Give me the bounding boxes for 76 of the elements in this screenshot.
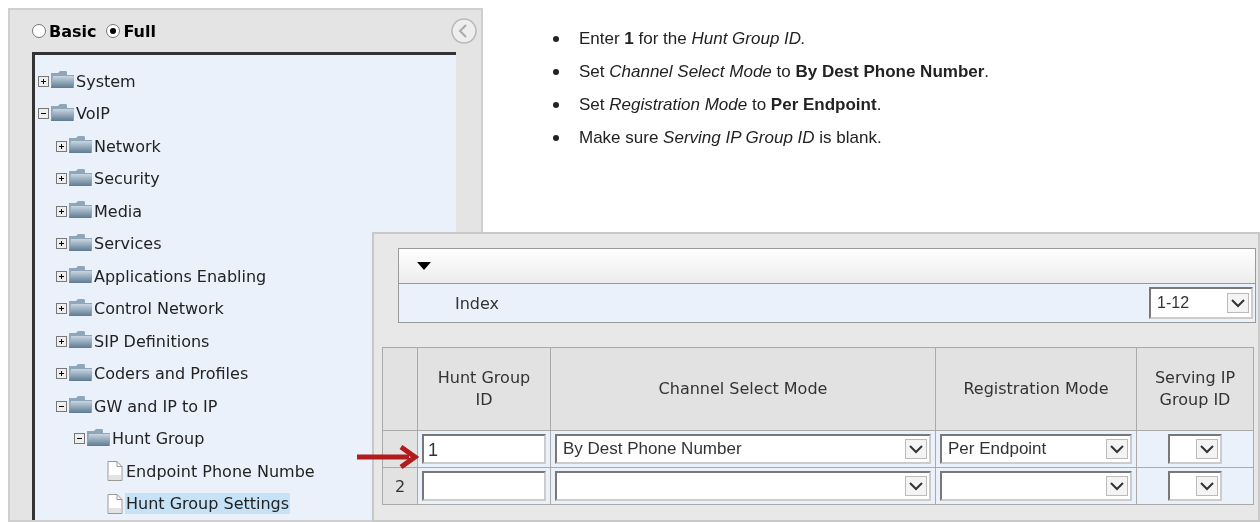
pointer-arrow — [357, 445, 419, 469]
tree-item[interactable]: Hunt Group Settings — [125, 493, 291, 515]
dropdown[interactable] — [555, 471, 931, 501]
tree-item[interactable]: Hunt Group — [111, 428, 206, 450]
tree-item[interactable]: Endpoint Phone Numbe — [125, 460, 316, 482]
chevron-down-icon[interactable] — [905, 476, 927, 496]
tree-item[interactable]: Security — [93, 168, 161, 190]
expand-toggle-icon[interactable] — [56, 173, 67, 185]
chevron-down-icon[interactable] — [1106, 476, 1128, 496]
expand-toggle-icon[interactable] — [56, 335, 67, 347]
radio-button[interactable] — [32, 24, 46, 38]
folder-icon — [68, 361, 93, 382]
chevron-down-icon[interactable] — [1227, 293, 1249, 313]
folder-icon — [68, 329, 93, 350]
folder-icon — [68, 264, 93, 285]
tree-item[interactable]: VoIP — [75, 103, 111, 125]
tree-item[interactable]: Coders and Profiles — [93, 363, 250, 385]
folder-icon — [50, 101, 75, 122]
tree-item[interactable]: Services — [93, 233, 163, 255]
bullet-icon — [553, 35, 559, 42]
expand-toggle-icon[interactable] — [56, 303, 67, 315]
tree-item[interactable]: Applications Enabling — [93, 265, 268, 287]
folder-icon — [68, 296, 93, 317]
chevron-down-icon[interactable] — [905, 439, 927, 459]
radio-button[interactable] — [106, 24, 121, 38]
bullet-icon — [553, 134, 559, 141]
dropdown[interactable] — [1168, 471, 1222, 501]
collapse-triangle-icon[interactable] — [417, 262, 431, 270]
collapse-toggle-icon[interactable] — [56, 400, 67, 412]
page-icon — [107, 493, 123, 514]
input-field[interactable]: 1 — [422, 434, 546, 464]
index-label: Index — [455, 293, 500, 313]
chevron-down-icon[interactable] — [1196, 439, 1218, 459]
tree-item[interactable]: Control Network — [93, 298, 225, 320]
instruction-text: Enter 1 for the Hunt Group ID. — [579, 28, 806, 49]
collapse-toggle-icon[interactable] — [38, 108, 49, 120]
tree-item[interactable]: SIP Definitions — [93, 330, 211, 352]
chevron-down-icon[interactable] — [1196, 476, 1218, 496]
instruction-text: Set Channel Select Mode to By Dest Phone Number. — [579, 61, 990, 82]
instruction-text: Set Registration Mode to Per Endpoint. — [579, 94, 882, 115]
tree-item[interactable]: Media — [93, 200, 144, 222]
expand-toggle-icon[interactable] — [56, 270, 67, 282]
folder-icon — [50, 69, 75, 90]
expand-toggle-icon[interactable] — [56, 140, 67, 152]
folder-icon — [68, 394, 93, 415]
chevron-down-icon[interactable] — [1106, 439, 1128, 459]
collapse-toggle-icon[interactable] — [74, 433, 85, 445]
expand-toggle-icon[interactable] — [56, 238, 67, 250]
tree-item[interactable]: GW and IP to IP — [93, 395, 219, 417]
expand-toggle-icon[interactable] — [56, 205, 67, 217]
row-index: 2 — [394, 476, 406, 496]
radio-label[interactable]: Full — [123, 21, 156, 41]
folder-icon — [68, 134, 93, 155]
dropdown[interactable] — [940, 471, 1132, 501]
dropdown[interactable]: Per Endpoint — [940, 434, 1132, 464]
tree-item[interactable]: System — [75, 70, 137, 92]
expand-toggle-icon[interactable] — [56, 368, 67, 380]
folder-icon — [86, 426, 111, 447]
page-icon — [107, 461, 123, 482]
folder-icon — [68, 199, 93, 220]
dropdown[interactable] — [1168, 434, 1222, 464]
column-header: Serving IP Group ID — [1136, 347, 1254, 431]
dropdown[interactable]: 1-12 — [1149, 287, 1253, 319]
column-header: Hunt Group ID — [417, 347, 551, 431]
radio-label[interactable]: Basic — [49, 21, 97, 41]
column-header: Registration Mode — [935, 347, 1137, 431]
bullet-icon — [553, 101, 559, 108]
column-header: Channel Select Mode — [550, 347, 936, 431]
folder-icon — [68, 231, 93, 252]
dropdown[interactable]: By Dest Phone Number — [555, 434, 931, 464]
instruction-text: Make sure Serving IP Group ID is blank. — [579, 127, 882, 148]
input-field[interactable] — [422, 471, 546, 501]
bullet-icon — [553, 68, 559, 75]
tree-item[interactable]: Network — [93, 135, 162, 157]
folder-icon — [68, 166, 93, 187]
expand-toggle-icon[interactable] — [38, 75, 49, 87]
